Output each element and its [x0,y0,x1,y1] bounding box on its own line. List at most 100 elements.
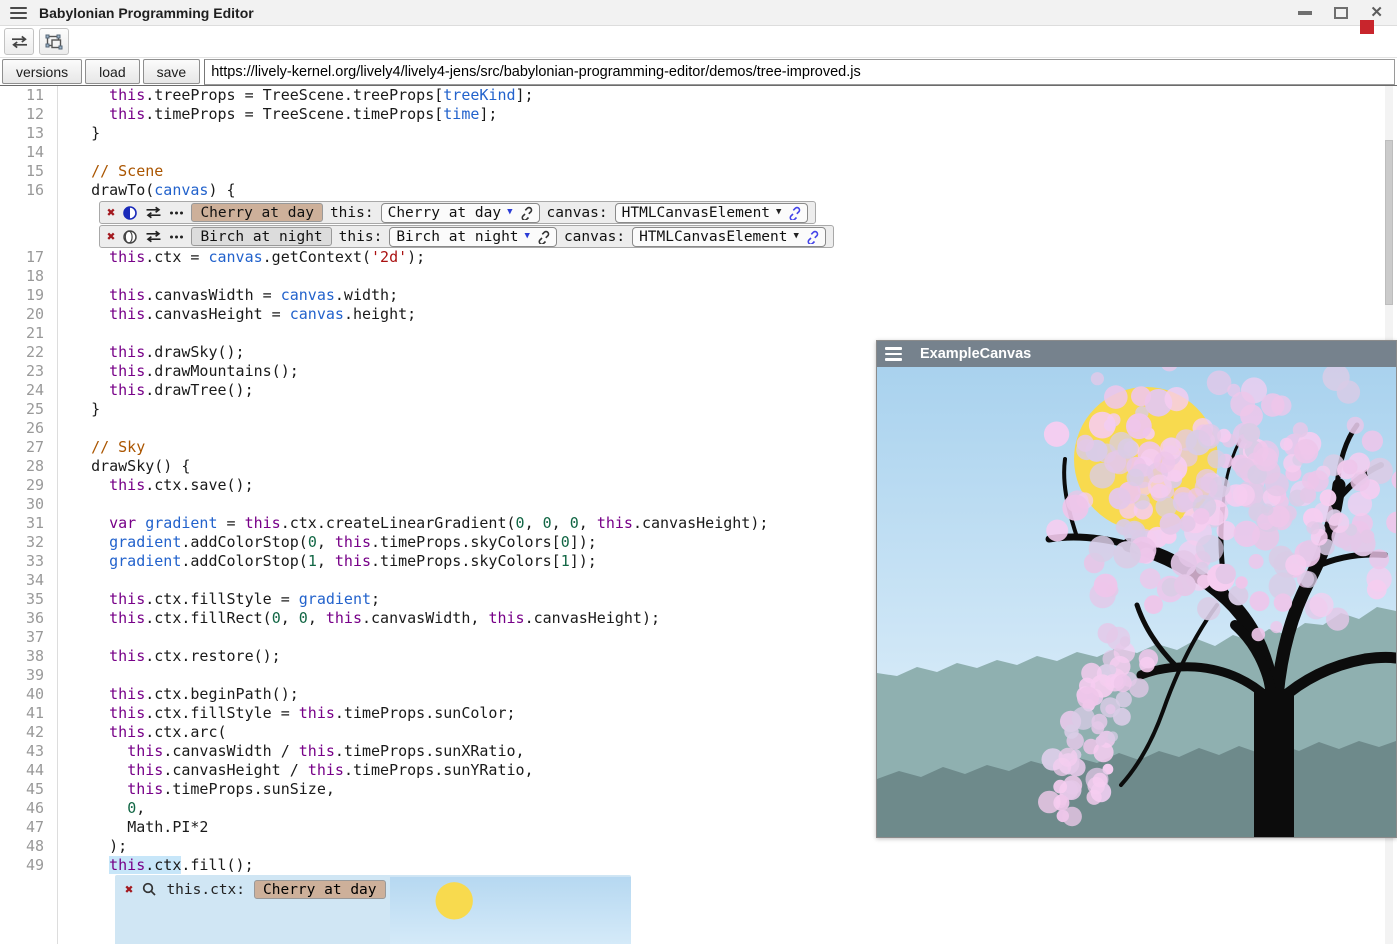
blossom [1343,460,1358,475]
menu-icon[interactable] [10,7,27,19]
code-line[interactable]: 16 drawTo(canvas) { [0,181,1397,200]
blossom [1366,566,1391,591]
blossom [1118,438,1138,458]
delete-probe-icon[interactable]: ✖ [125,883,133,897]
line-number: 40 [0,685,57,704]
more-options-icon[interactable] [169,234,184,240]
line-number: 33 [0,552,57,571]
this-value-dropdown[interactable]: Cherry at day ▼ [381,203,540,223]
delete-example-icon[interactable]: ✖ [107,230,115,244]
code-line[interactable]: 20 this.canvasHeight = canvas.height; [0,305,1397,324]
blossom [1196,535,1224,563]
line-number: 14 [0,143,57,162]
delete-example-icon[interactable]: ✖ [107,206,115,220]
swap-example-icon[interactable] [145,230,162,243]
swap-example-icon[interactable] [145,206,162,219]
example-canvas-titlebar[interactable]: ExampleCanvas [877,341,1396,367]
example-canvas-window: ExampleCanvas [876,340,1397,838]
example-row-cherry: ✖ Cherry at day this: Cherry at day ▼ [99,201,816,224]
canvas-label: canvas: [547,205,608,221]
blossom [1165,387,1189,411]
blossom [1270,621,1282,633]
this-value-dropdown[interactable]: Birch at night ▼ [389,227,557,247]
example-name-badge[interactable]: Cherry at day [191,203,323,222]
blossom [1261,504,1273,516]
blossom [1113,708,1131,726]
canvas-label: canvas: [564,229,625,245]
canvas-value-dropdown[interactable]: HTMLCanvasElement ▼ [632,227,826,247]
blossom [1369,549,1389,569]
load-button[interactable]: load [85,59,139,84]
more-options-icon[interactable] [169,210,184,216]
example-active-toggle-icon[interactable] [122,205,138,221]
close-icon[interactable]: ✕ [1370,5,1383,20]
probe-canvas-preview [390,875,631,944]
code-line[interactable]: 19 this.canvasWidth = canvas.width; [0,286,1397,305]
link-icon[interactable] [519,206,533,220]
blossom [1265,473,1289,497]
blossom [1234,521,1260,547]
line-number: 21 [0,324,57,343]
canvas-value: HTMLCanvasElement [622,205,770,221]
probe-example-badge[interactable]: Cherry at day [254,880,386,899]
line-number: 39 [0,666,57,685]
code-line[interactable]: 12 this.timeProps = TreeScene.timeProps[… [0,105,1397,124]
blossom [1199,424,1221,446]
blossom [1104,385,1128,409]
line-number: 24 [0,381,57,400]
line-number: 17 [0,248,57,267]
chevron-down-icon: ▼ [776,208,781,217]
line-number: 49 [0,856,57,875]
versions-button[interactable]: versions [2,59,82,84]
minimize-icon[interactable] [1298,11,1312,15]
probe-expression: this.ctx: [166,880,245,900]
swap-arrows-button[interactable] [4,28,34,55]
example-active-toggle-icon[interactable] [122,229,138,245]
code-line[interactable]: 18 [0,267,1397,286]
code-line[interactable]: 13 } [0,124,1397,143]
blossom [1116,691,1132,707]
code-line[interactable]: 15 // Scene [0,162,1397,181]
blossom [1139,657,1155,673]
line-number: 27 [0,438,57,457]
line-number: 46 [0,799,57,818]
blossom [1091,372,1104,385]
link-icon[interactable] [805,230,819,244]
line-number: 42 [0,723,57,742]
link-icon[interactable] [536,230,550,244]
blossom [1196,562,1209,575]
example-name-badge[interactable]: Birch at night [191,227,331,246]
code-line[interactable]: 11 this.treeProps = TreeScene.treeProps[… [0,86,1397,105]
canvas-value-dropdown[interactable]: HTMLCanvasElement ▼ [615,203,809,223]
code-line[interactable]: 49 this.ctx.fill(); [0,856,1397,875]
code-line[interactable]: 17 this.ctx = canvas.getContext('2d'); [0,248,1397,267]
blossom [1347,417,1364,434]
blossom [1108,731,1118,741]
url-input[interactable]: https://lively-kernel.org/lively4/lively… [204,59,1395,85]
blossom [1337,380,1360,403]
line-number: 37 [0,628,57,647]
blossom [1274,593,1292,611]
window-menu-icon[interactable] [885,347,902,361]
maximize-icon[interactable] [1334,7,1348,19]
magnifier-icon[interactable] [142,882,157,897]
line-number: 28 [0,457,57,476]
link-icon[interactable] [787,206,801,220]
blossom [1057,810,1069,822]
save-button[interactable]: save [143,59,201,84]
selection-frame-button[interactable] [39,28,69,55]
inline-probe-widget: ✖ this.ctx: Cherry at day [115,875,631,944]
blossom [1106,627,1130,651]
code-line[interactable]: 48 ); [0,837,1397,856]
blossom [1174,574,1196,596]
blossom [1062,495,1088,521]
this-label: this: [339,229,383,245]
title-bar: Babylonian Programming Editor ✕ [0,0,1397,26]
example-canvas-title: ExampleCanvas [920,346,1031,362]
code-line[interactable]: 14 [0,143,1397,162]
line-number: 30 [0,495,57,514]
blossom [1329,513,1349,533]
blossom [1087,777,1105,795]
scrollbar-thumb[interactable] [1385,140,1393,305]
line-number: 16 [0,181,57,200]
